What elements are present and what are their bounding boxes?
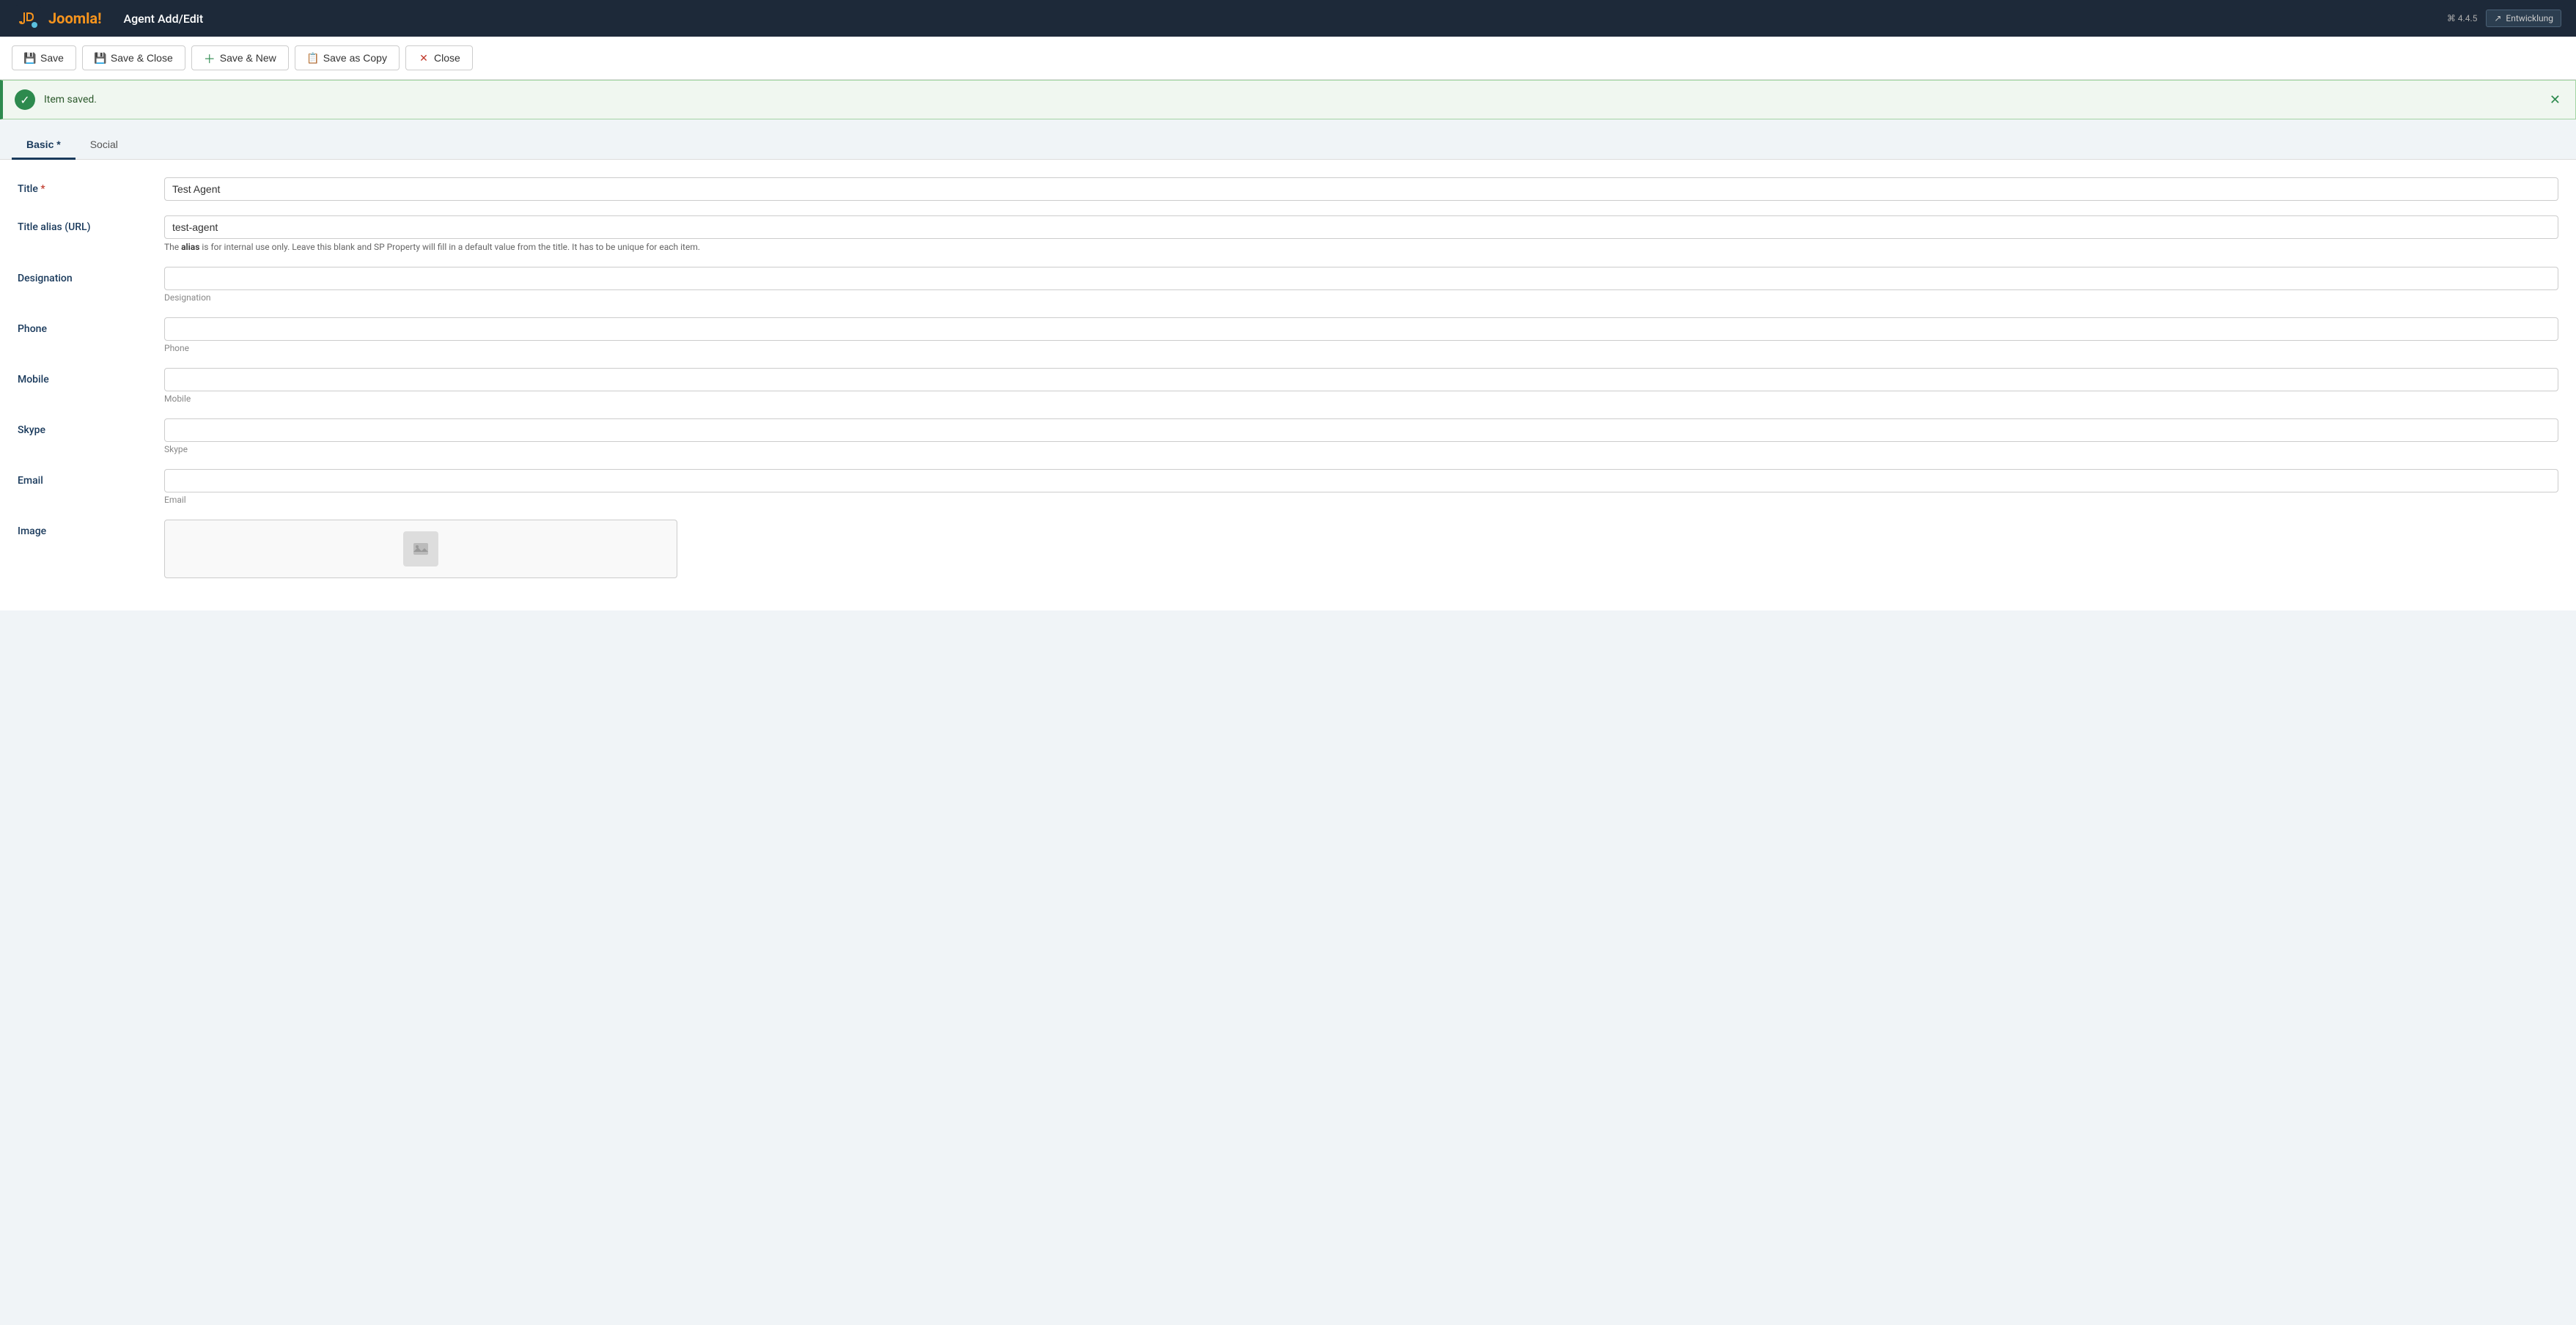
field-designation-label: Designation <box>18 267 164 284</box>
field-image-label: Image <box>18 520 164 537</box>
email-hint: Email <box>164 495 2558 505</box>
phone-hint: Phone <box>164 343 2558 353</box>
save-close-button[interactable]: 💾 Save & Close <box>82 45 185 70</box>
save-copy-button[interactable]: 📋 Save as Copy <box>295 45 400 70</box>
joomla-logo-icon <box>15 5 41 32</box>
content-area: Basic * Social Title * Title alias (URL)… <box>0 119 2576 610</box>
form-panel: Title * Title alias (URL) The alias is f… <box>0 160 2576 610</box>
alias-hint: The alias is for internal use only. Leav… <box>164 242 2558 252</box>
save-label: Save <box>40 52 64 64</box>
required-indicator: * <box>40 183 45 195</box>
save-new-icon: ＋ <box>204 52 216 64</box>
version-label: ⌘ 4.4.5 <box>2447 13 2478 23</box>
tab-basic[interactable]: Basic * <box>12 131 76 160</box>
tab-bar: Basic * Social <box>0 119 2576 160</box>
email-input[interactable] <box>164 469 2558 492</box>
field-mobile-wrapper: Mobile <box>164 368 2558 404</box>
field-title-wrapper <box>164 177 2558 201</box>
field-title-label: Title * <box>18 177 164 195</box>
close-icon: ✕ <box>418 52 430 64</box>
skype-hint: Skype <box>164 444 2558 454</box>
brand-logo: Joomla! <box>15 5 101 32</box>
field-designation-wrapper: Designation <box>164 267 2558 303</box>
field-skype-group: Skype Skype <box>18 418 2558 454</box>
designation-hint: Designation <box>164 292 2558 303</box>
success-alert: ✓ Item saved. ✕ <box>0 80 2576 119</box>
alert-close-button[interactable]: ✕ <box>2547 93 2564 106</box>
alert-success-icon: ✓ <box>15 89 35 110</box>
field-skype-wrapper: Skype <box>164 418 2558 454</box>
skype-input[interactable] <box>164 418 2558 442</box>
mobile-input[interactable] <box>164 368 2558 391</box>
field-designation-group: Designation Designation <box>18 267 2558 303</box>
env-label: Entwicklung <box>2506 13 2553 23</box>
field-alias-wrapper: The alias is for internal use only. Leav… <box>164 215 2558 252</box>
field-skype-label: Skype <box>18 418 164 436</box>
field-phone-group: Phone Phone <box>18 317 2558 353</box>
navbar-right: ⌘ 4.4.5 ↗ Entwicklung <box>2447 10 2561 27</box>
save-new-button[interactable]: ＋ Save & New <box>191 45 289 70</box>
field-phone-label: Phone <box>18 317 164 335</box>
close-button[interactable]: ✕ Close <box>405 45 473 70</box>
field-email-group: Email Email <box>18 469 2558 505</box>
field-alias-group: Title alias (URL) The alias is for inter… <box>18 215 2558 252</box>
toolbar: 💾 Save 💾 Save & Close ＋ Save & New 📋 Sav… <box>0 37 2576 80</box>
image-placeholder-icon <box>403 531 438 566</box>
designation-input[interactable] <box>164 267 2558 290</box>
save-close-label: Save & Close <box>111 52 173 64</box>
image-icon-svg <box>409 537 433 561</box>
save-copy-label: Save as Copy <box>323 52 387 64</box>
alert-message: Item saved. <box>44 94 2538 106</box>
title-input[interactable] <box>164 177 2558 201</box>
field-mobile-group: Mobile Mobile <box>18 368 2558 404</box>
alias-input[interactable] <box>164 215 2558 239</box>
image-upload-area[interactable] <box>164 520 677 578</box>
save-copy-icon: 📋 <box>307 52 319 64</box>
environment-button[interactable]: ↗ Entwicklung <box>2486 10 2561 27</box>
save-close-icon: 💾 <box>95 52 106 64</box>
navbar: Joomla! Agent Add/Edit ⌘ 4.4.5 ↗ Entwick… <box>0 0 2576 37</box>
field-phone-wrapper: Phone <box>164 317 2558 353</box>
mobile-hint: Mobile <box>164 394 2558 404</box>
field-email-label: Email <box>18 469 164 487</box>
save-icon: 💾 <box>24 52 36 64</box>
field-alias-label: Title alias (URL) <box>18 215 164 233</box>
close-label: Close <box>434 52 460 64</box>
save-new-label: Save & New <box>220 52 276 64</box>
field-email-wrapper: Email <box>164 469 2558 505</box>
brand-text: Joomla! <box>48 10 101 27</box>
field-image-wrapper <box>164 520 2558 578</box>
external-link-icon: ↗ <box>2494 13 2501 23</box>
field-mobile-label: Mobile <box>18 368 164 385</box>
save-button[interactable]: 💾 Save <box>12 45 76 70</box>
page-title: Agent Add/Edit <box>123 12 2446 26</box>
field-title-group: Title * <box>18 177 2558 201</box>
phone-input[interactable] <box>164 317 2558 341</box>
field-image-group: Image <box>18 520 2558 578</box>
tab-social[interactable]: Social <box>76 131 133 160</box>
